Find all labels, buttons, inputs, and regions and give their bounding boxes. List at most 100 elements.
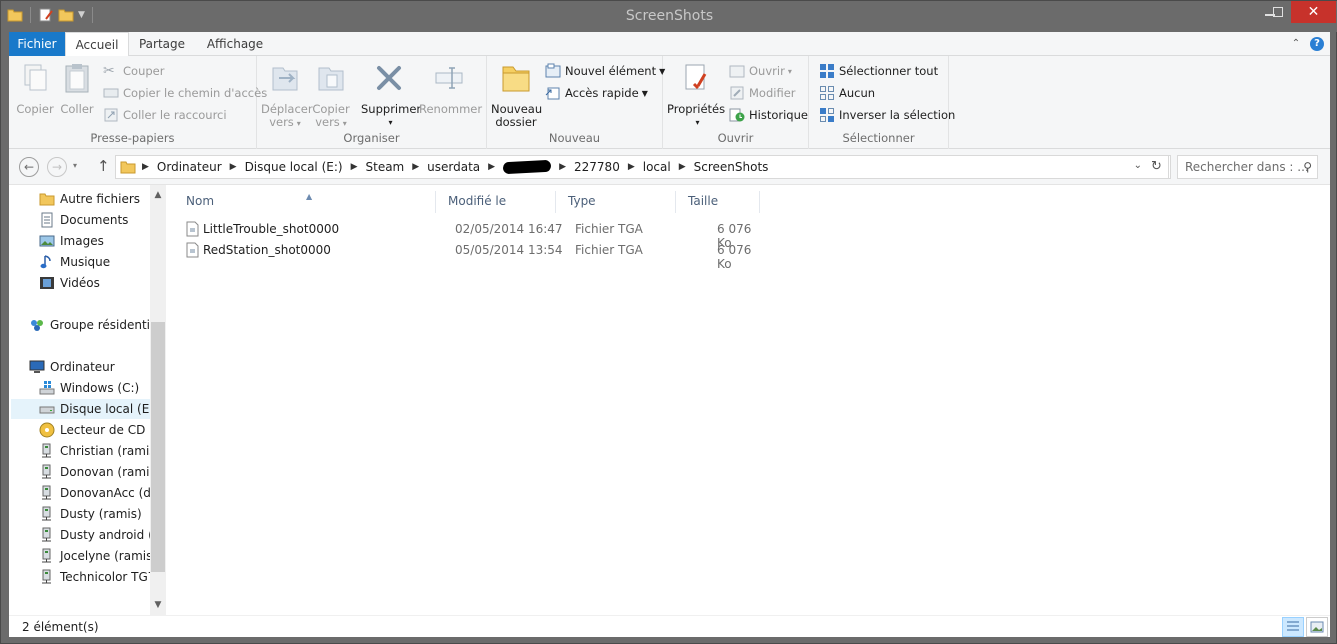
sidebar-item-donovan[interactable]: Donovan (ramis)	[39, 462, 160, 482]
tab-home[interactable]: Accueil	[65, 32, 129, 57]
up-button[interactable]: ↑	[97, 157, 110, 175]
sidebar-item-ordinateur[interactable]: Ordinateur	[29, 357, 115, 377]
sidebar-item-autre-fichiers[interactable]: Autre fichiers	[39, 189, 140, 209]
scrollbar-thumb[interactable]	[151, 322, 165, 572]
breadcrumb-userdata[interactable]: userdata	[427, 160, 480, 174]
sidebar-item-images[interactable]: Images	[39, 231, 104, 251]
homegroup-icon	[31, 320, 43, 331]
column-header-name[interactable]: Nom ▲	[174, 191, 436, 213]
back-arrow-icon: ←	[23, 160, 35, 174]
select-all-icon	[820, 64, 834, 78]
breadcrumb-separator-icon[interactable]: ▶	[142, 162, 149, 172]
details-view-button[interactable]	[1282, 617, 1304, 637]
refresh-icon: ↻	[1151, 159, 1162, 174]
paste-shortcut-button[interactable]: Coller le raccourci	[103, 105, 227, 125]
breadcrumb-local[interactable]: local	[643, 160, 671, 174]
maximize-button[interactable]	[1265, 1, 1291, 23]
sidebar-item-technicolor[interactable]: Technicolor TG78	[39, 567, 163, 587]
navigation-pane: Autre fichiers Documents Images Musique …	[9, 185, 166, 615]
item-count: 2 élément(s)	[22, 620, 99, 634]
breadcrumb-screenshots[interactable]: ScreenShots	[694, 160, 769, 174]
easy-access-button[interactable]: Accès rapide ▼	[545, 83, 648, 103]
move-to-icon	[272, 67, 298, 91]
sidebar-item-documents[interactable]: Documents	[39, 210, 128, 230]
invert-selection-button[interactable]: Inverser la sélection	[819, 105, 955, 125]
breadcrumb-separator-icon[interactable]: ▶	[628, 162, 635, 172]
sidebar-item-videos[interactable]: Vidéos	[39, 273, 100, 293]
delete-button[interactable]: Supprimer ▾	[361, 62, 421, 129]
copy-button[interactable]: Copier	[15, 62, 55, 116]
file-size: 6 076 Ko	[717, 243, 752, 271]
sidebar-item-disque-local-e[interactable]: Disque local (E:)	[11, 399, 158, 419]
refresh-button[interactable]: ↻	[1145, 155, 1169, 179]
breadcrumb-separator-icon[interactable]: ▶	[230, 162, 237, 172]
select-none-button[interactable]: Aucun	[819, 83, 875, 103]
close-button[interactable]: ✕	[1291, 1, 1336, 23]
breadcrumb-separator-icon[interactable]: ▶	[559, 162, 566, 172]
tab-file[interactable]: Fichier	[9, 32, 65, 56]
large-icons-view-button[interactable]	[1306, 617, 1328, 637]
breadcrumb-227780[interactable]: 227780	[574, 160, 620, 174]
forward-button[interactable]: →	[47, 157, 67, 177]
paste-icon	[65, 64, 89, 93]
sidebar-item-dusty[interactable]: Dusty (ramis)	[39, 504, 142, 524]
breadcrumb-separator-icon[interactable]: ▶	[679, 162, 686, 172]
breadcrumb-separator-icon[interactable]: ▶	[351, 162, 358, 172]
network-drive-icon	[42, 464, 51, 479]
new-item-button[interactable]: Nouvel élément ▼	[545, 61, 665, 81]
select-none-icon	[820, 86, 834, 100]
file-icon	[186, 242, 199, 258]
help-icon[interactable]: ?	[1310, 37, 1324, 51]
scroll-up-icon[interactable]: ▲	[150, 187, 166, 203]
search-placeholder: Rechercher dans : ...	[1185, 160, 1309, 174]
sidebar-item-musique[interactable]: Musique	[39, 252, 110, 272]
column-header-type[interactable]: Type	[556, 191, 676, 213]
back-button[interactable]: ←	[19, 157, 39, 177]
tab-share[interactable]: Partage	[131, 32, 193, 56]
sidebar-item-windows-c[interactable]: Windows (C:)	[39, 378, 139, 398]
edit-icon	[730, 86, 744, 100]
cut-button[interactable]: ✂ Couper	[103, 61, 164, 81]
file-icon	[186, 221, 199, 237]
breadcrumb-disque-local[interactable]: Disque local (E:)	[245, 160, 343, 174]
breadcrumb-separator-icon[interactable]: ▶	[412, 162, 419, 172]
breadcrumb-separator-icon[interactable]: ▶	[488, 162, 495, 172]
breadcrumb-steam[interactable]: Steam	[366, 160, 405, 174]
table-row[interactable]: LittleTrouble_shot0000 02/05/2014 16:47 …	[186, 219, 766, 250]
paste-button[interactable]: Coller	[57, 62, 97, 116]
redacted-breadcrumb	[502, 159, 552, 175]
rename-button[interactable]: Renommer	[419, 62, 482, 116]
maximize-icon	[1273, 7, 1283, 17]
collapse-ribbon-icon[interactable]: ⌃	[1290, 38, 1302, 50]
sidebar-item-donovanacc[interactable]: DonovanAcc (do	[39, 483, 158, 503]
move-to-button[interactable]: Déplacer vers ▾	[261, 62, 313, 130]
recent-locations-icon[interactable]: ▾	[73, 161, 77, 170]
column-header-size[interactable]: Taille	[676, 191, 760, 213]
scroll-down-icon[interactable]: ▼	[150, 597, 166, 613]
open-button[interactable]: Ouvrir ▾	[729, 61, 792, 81]
sidebar-scrollbar[interactable]: ▲ ▼	[150, 185, 166, 615]
sidebar-item-christian[interactable]: Christian (ramis)	[39, 441, 160, 461]
search-input[interactable]: Rechercher dans : ... ⚲	[1177, 155, 1318, 179]
address-bar[interactable]: ▶ Ordinateur ▶ Disque local (E:) ▶ Steam…	[115, 155, 1171, 179]
status-bar: 2 élément(s)	[9, 615, 1330, 637]
new-folder-button[interactable]: Nouveau dossier	[491, 62, 542, 129]
tab-view[interactable]: Affichage	[199, 32, 271, 56]
sidebar-item-lecteur-cd[interactable]: Lecteur de CD (F:	[39, 420, 164, 440]
column-header-modified[interactable]: Modifié le	[436, 191, 556, 213]
copy-to-button[interactable]: Copier vers ▾	[309, 62, 353, 130]
sidebar-item-dusty-android[interactable]: Dusty android (ra	[39, 525, 165, 545]
sidebar-item-groupe-residentiel[interactable]: Groupe résidentiel	[29, 315, 161, 335]
history-button[interactable]: Historique	[729, 105, 808, 125]
edit-button[interactable]: Modifier	[729, 83, 796, 103]
file-name: LittleTrouble_shot0000	[203, 222, 340, 236]
copy-path-button[interactable]: Copier le chemin d'accès	[103, 83, 267, 103]
address-history-icon[interactable]: ⌄	[1134, 160, 1142, 171]
network-drive-icon	[42, 506, 51, 521]
table-row[interactable]: RedStation_shot0000 05/05/2014 13:54 Fic…	[186, 240, 766, 271]
breadcrumb-ordinateur[interactable]: Ordinateur	[157, 160, 222, 174]
properties-button[interactable]: Propriétés ▾	[667, 62, 725, 129]
select-all-button[interactable]: Sélectionner tout	[819, 61, 938, 81]
sidebar-item-jocelyne[interactable]: Jocelyne (ramis)	[39, 546, 157, 566]
music-icon	[40, 255, 51, 269]
